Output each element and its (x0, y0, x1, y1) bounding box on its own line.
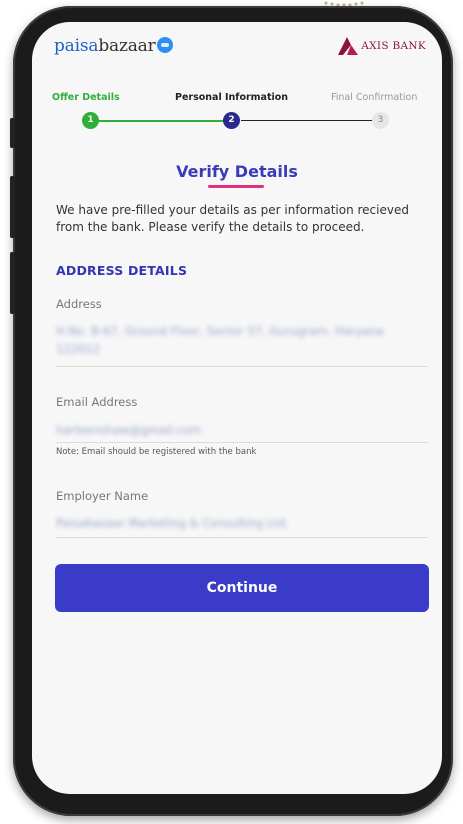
phone-button-mute (10, 118, 15, 148)
employer-field[interactable]: Paisabazaar Marketing & Consulting Ltd. (56, 514, 424, 532)
step-label-personal-information: Personal Information (175, 92, 289, 103)
step-label-final-confirmation: Final Confirmation (331, 92, 418, 103)
logo-badge-icon (156, 37, 173, 53)
step-label-offer-details: Offer Details (52, 92, 120, 103)
axis-bank-logo: AXIS BANK (338, 37, 426, 55)
email-field-underline (56, 442, 428, 443)
page-title: Verify Details (176, 162, 298, 181)
phone-screen: paisabazaar AXIS BANK Offer Details Pers… (32, 22, 442, 794)
email-note: Note: Email should be registered with th… (56, 447, 257, 457)
address-field[interactable]: H.No. B-67, Ground Floor, Sector 57, Gur… (56, 322, 424, 358)
app-header: paisabazaar AXIS BANK (32, 22, 442, 72)
step-dot-2: 2 (223, 112, 240, 129)
step-dot-1: 1 (82, 112, 99, 129)
employer-label: Employer Name (56, 489, 149, 503)
title-underline (208, 185, 264, 188)
phone-button-volume-down (10, 252, 15, 314)
email-field[interactable]: harleenshaw@gmail.com (56, 421, 424, 439)
axis-bank-mark-icon (338, 37, 359, 55)
phone-button-volume-up (10, 176, 15, 238)
intro-text: We have pre-filled your details as per i… (56, 203, 409, 234)
logo-text-paisa: paisa (54, 36, 99, 56)
address-label: Address (56, 297, 102, 311)
section-title-address-details: ADDRESS DETAILS (56, 263, 188, 278)
continue-button[interactable]: Continue (55, 564, 429, 612)
employer-field-underline (56, 537, 428, 538)
step-track-complete (91, 120, 229, 122)
step-dot-3: 3 (372, 112, 389, 129)
address-field-underline (56, 366, 428, 367)
email-label: Email Address (56, 395, 138, 409)
logo-text-bazaar: bazaar (98, 36, 156, 56)
paisabazaar-logo[interactable]: paisabazaar (54, 36, 173, 56)
step-track-pending (241, 120, 381, 121)
axis-bank-text: AXIS BANK (361, 40, 426, 52)
